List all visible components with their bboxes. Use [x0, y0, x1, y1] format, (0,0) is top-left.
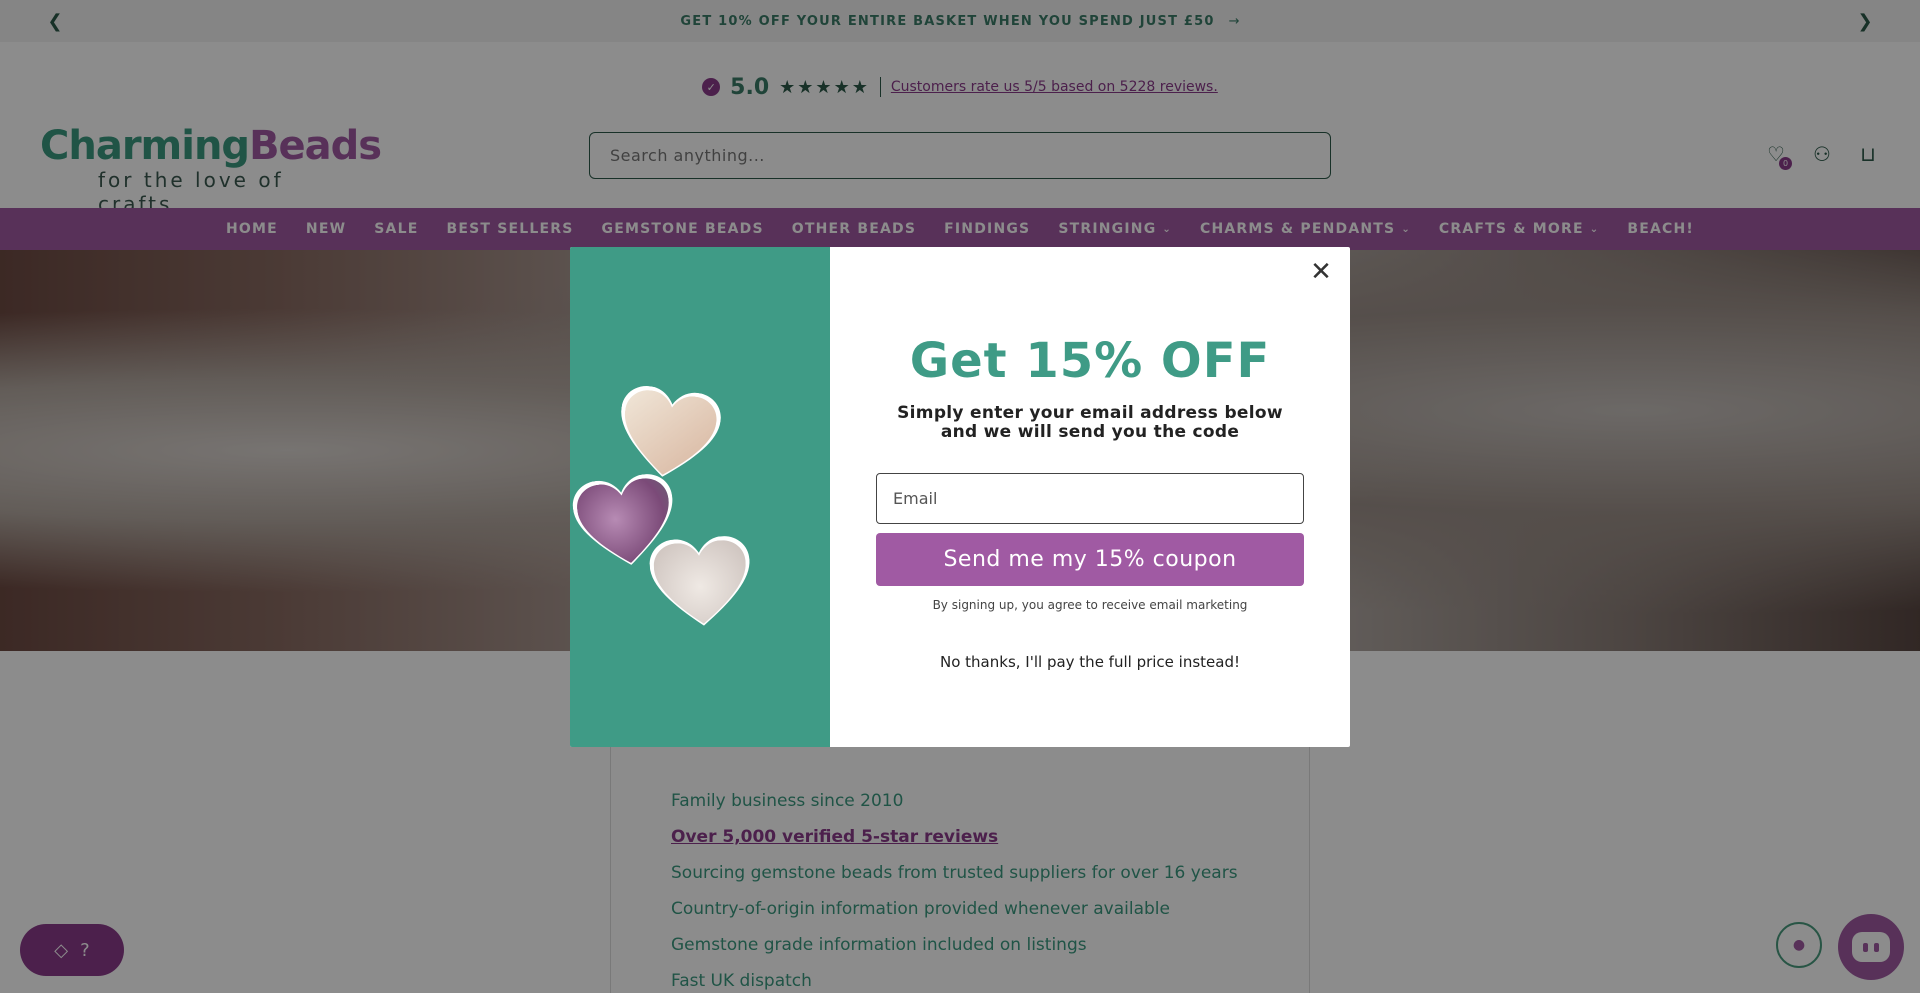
- popup-subtitle: Simply enter your email address below an…: [890, 404, 1290, 442]
- send-coupon-button[interactable]: Send me my 15% coupon: [876, 533, 1304, 586]
- popup-legal-text: By signing up, you agree to receive emai…: [932, 598, 1248, 612]
- popup-subtitle-line2: and we will send you the code: [940, 422, 1240, 442]
- popup-subtitle-line1: Simply enter your email address below: [897, 403, 1283, 423]
- discount-popup: ✕ Get 15% OFF Simply enter your email ad…: [570, 247, 1350, 747]
- heart-photo-crystal-beads: [648, 533, 776, 661]
- popup-title: Get 15% OFF: [909, 333, 1271, 389]
- popup-form-panel: ✕ Get 15% OFF Simply enter your email ad…: [830, 247, 1350, 747]
- close-icon[interactable]: ✕: [1308, 259, 1334, 285]
- popup-image-panel: [570, 247, 830, 747]
- email-field[interactable]: [876, 473, 1304, 524]
- decline-link[interactable]: No thanks, I'll pay the full price inste…: [830, 653, 1350, 671]
